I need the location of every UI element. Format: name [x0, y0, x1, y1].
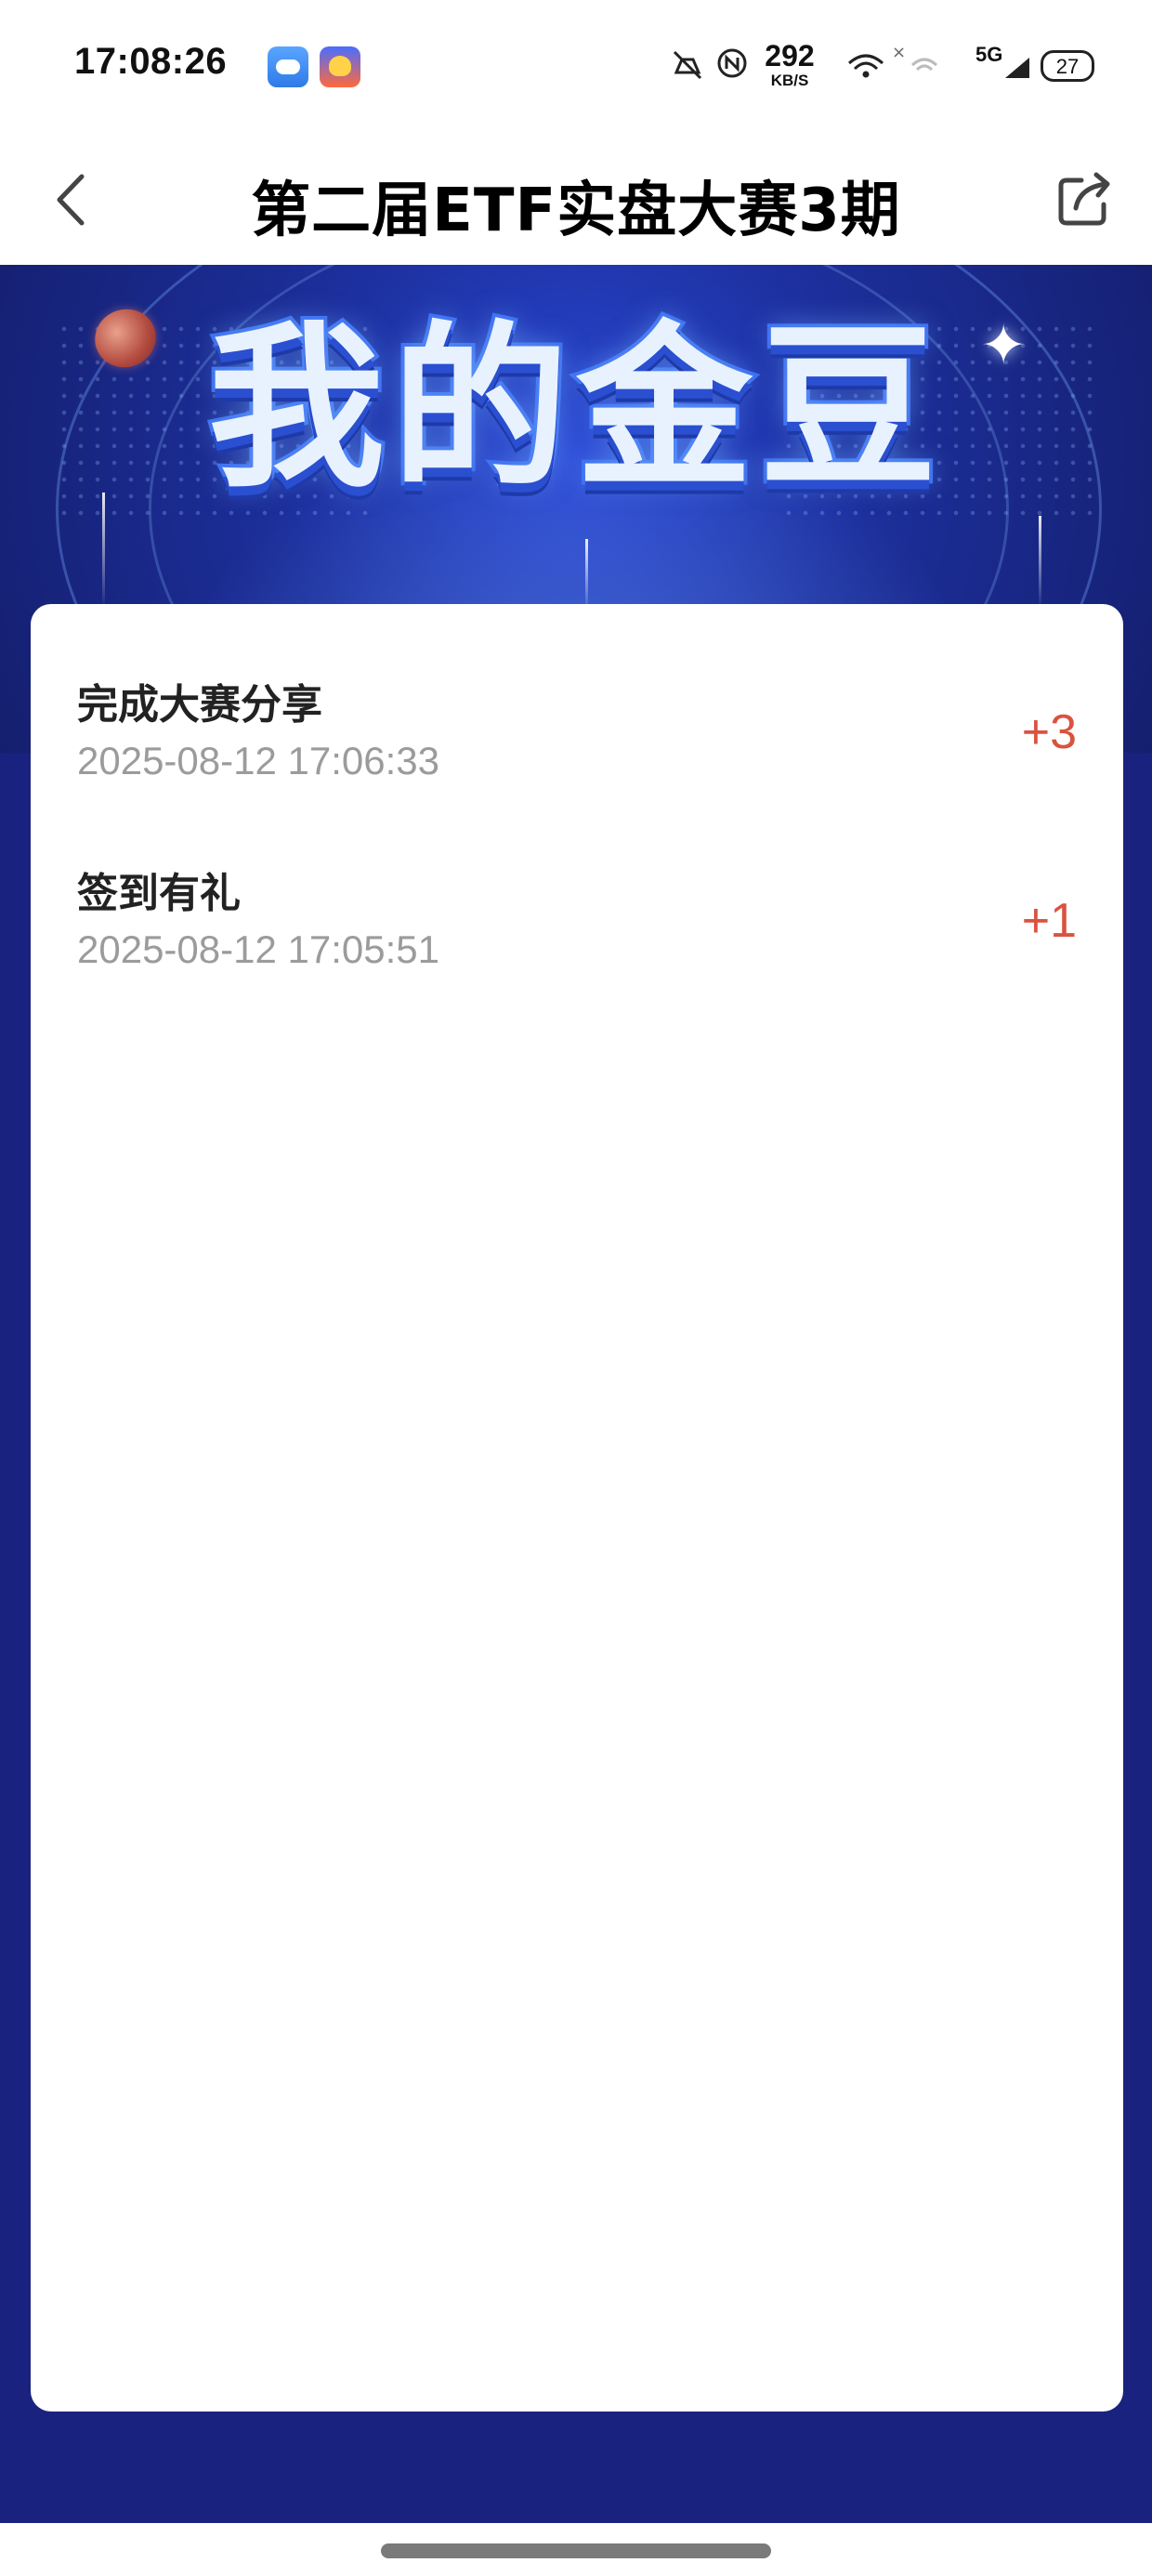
weather-app-icon — [268, 46, 308, 87]
share-icon — [1058, 172, 1110, 226]
nfc-icon — [715, 46, 749, 88]
gold-bean-records-card: 完成大赛分享 2025-08-12 17:06:33 +3 签到有礼 2025-… — [31, 604, 1123, 2412]
record-time: 2025-08-12 17:06:33 — [77, 739, 439, 782]
record-points: +3 — [1021, 705, 1077, 759]
home-indicator[interactable] — [381, 2543, 771, 2558]
battery-level: 27 — [1055, 55, 1080, 78]
list-item: 完成大赛分享 2025-08-12 17:06:33 +3 — [31, 604, 1123, 790]
share-button[interactable] — [1054, 167, 1117, 230]
status-time: 17:08:26 — [74, 41, 228, 82]
light-beam-decoration — [585, 539, 588, 613]
wifi-icon — [845, 45, 886, 90]
battery-icon: 27 — [1041, 50, 1094, 82]
light-beam-decoration — [102, 493, 105, 609]
navigation-bar: 第二届ETF实盘大赛3期 — [0, 135, 1152, 265]
network-speed-unit: KB/S — [770, 72, 809, 89]
network-speed-value: 292 — [765, 39, 815, 72]
page-title: 第二届ETF实盘大赛3期 — [251, 177, 901, 245]
signal-icon — [1001, 54, 1035, 88]
gesture-bar-area — [0, 2523, 1152, 2576]
status-bar: 17:08:26 292 KB/S × 5G 27 — [0, 0, 1152, 135]
record-title: 签到有礼 — [77, 870, 241, 917]
mute-icon — [669, 46, 706, 92]
light-beam-decoration — [1039, 516, 1041, 609]
record-points: +1 — [1021, 894, 1077, 948]
secondary-wifi-icon — [909, 50, 940, 85]
close-small-icon: × — [892, 43, 907, 62]
record-title: 完成大赛分享 — [77, 681, 322, 729]
list-item: 签到有礼 2025-08-12 17:05:51 +1 — [31, 793, 1123, 979]
status-indicators: 292 KB/S × 5G 27 — [650, 37, 1152, 102]
record-time: 2025-08-12 17:05:51 — [77, 927, 439, 971]
game-app-icon — [320, 46, 360, 87]
hero-title: 我的金豆 — [204, 306, 944, 511]
network-speed: 292 KB/S — [753, 41, 827, 88]
network-type-label: 5G — [975, 43, 1003, 66]
